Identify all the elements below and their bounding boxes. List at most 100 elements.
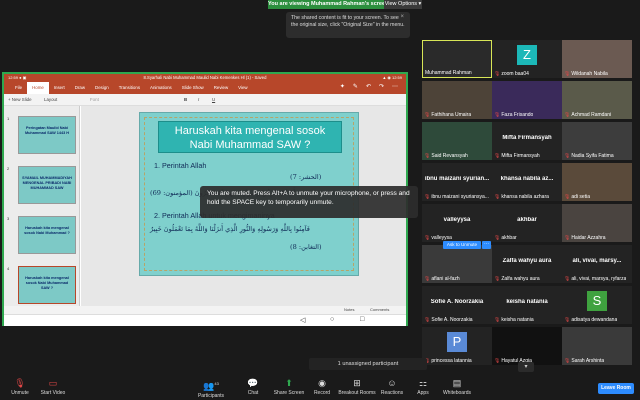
participant-display-name: akhbar <box>517 217 537 223</box>
participant-tile[interactable]: S 🎙adisatya dewandana <box>562 286 632 324</box>
ppt-tab-transitions[interactable]: Transitions <box>114 82 145 94</box>
participants-icon: 👥43 <box>203 381 219 391</box>
view-options-button[interactable]: View Options ▾ <box>384 0 422 9</box>
microphone-muted-icon: 🎙 <box>494 71 501 77</box>
more-options-button[interactable]: ··· <box>482 241 491 249</box>
participant-name: 🎙adisatya dewandana <box>564 317 617 323</box>
leave-room-button[interactable]: Leave Room <box>598 383 634 394</box>
back-icon[interactable]: ◁ <box>300 316 305 324</box>
new-slide-button[interactable]: + New Slide <box>8 94 32 106</box>
slide-thumbnail[interactable]: Haruskah kita mengenal sosok Nabi Muhamm… <box>18 216 76 254</box>
participant-name-text: Muhammad Rahman <box>425 70 472 76</box>
italic-button[interactable]: I <box>198 94 199 106</box>
participant-tile[interactable]: 🎙Haidar Azzahra <box>562 204 632 242</box>
participant-tile[interactable]: 🎙Faza Frisando <box>492 81 562 119</box>
participant-name: 🎙Zalfa wahyu aura <box>494 276 540 282</box>
chevron-down-icon[interactable]: ▾ <box>518 362 534 372</box>
participant-tile[interactable]: valleyysa 🎙valleyysa <box>422 204 492 242</box>
participant-name-text: Mifta Firmansyah <box>501 153 540 159</box>
close-icon[interactable]: × <box>400 14 404 21</box>
participant-tile[interactable]: 🎙Sarah Arshinta <box>562 327 632 365</box>
thumbnail-text: Haruskah kita mengenal sosok Nabi Muhamm… <box>24 226 70 235</box>
participant-tile[interactable]: akhbar 🎙akhbar <box>492 204 562 242</box>
slide-thumbnail[interactable]: Peringatan Maulid Nabi Muhammad SAW 1443… <box>18 116 76 154</box>
slide-thumbnail[interactable]: Haruskah kita mengenal sosok Nabi Muhamm… <box>18 266 76 304</box>
participant-name-text: akhbar <box>501 235 517 241</box>
participant-tile[interactable]: 🎙Fathihana Umaira <box>422 81 492 119</box>
microphone-muted-icon: 🎙 <box>564 153 571 159</box>
participant-tile[interactable]: ibnu maizani syurian... 🎙ibnu maizani syu… <box>422 163 492 201</box>
participant-name: 🎙Nadia Syifa Fatima <box>564 153 614 159</box>
fit-screen-tooltip: The shared content is fit to your screen… <box>286 12 410 38</box>
home-icon[interactable]: ○ <box>330 316 334 323</box>
undo-icon[interactable]: ↶ <box>366 83 371 90</box>
bold-button[interactable]: B <box>184 94 187 106</box>
android-nav-bar: ◁ ○ □ <box>4 314 406 326</box>
chat-button[interactable]: 💬 Chat <box>233 378 273 397</box>
slide-arabic-2b: (التغابن: 8) <box>290 243 322 251</box>
more-icon[interactable]: ⋯ <box>392 83 398 90</box>
record-button[interactable]: ◉ Record <box>302 378 342 397</box>
participant-tile[interactable]: 🎙Wildanah Nabila <box>562 40 632 78</box>
participant-name-text: adi setia <box>571 194 590 200</box>
participant-tile[interactable]: keisha natania 🎙keisha natania <box>492 286 562 324</box>
participant-name: 🎙Faza Frisando <box>494 112 533 118</box>
ppt-tab-home[interactable]: Home <box>27 82 49 94</box>
participant-name-text: Haidar Azzahra <box>571 235 606 241</box>
participant-name-text: khansa nabila azhara <box>501 194 549 200</box>
slide-thumbnail[interactable]: SYAMAIL MUHAMMADIYAH MENGENAL PRIBADI NA… <box>18 166 76 204</box>
participant-tile[interactable]: khansa nabila az... 🎙khansa nabila azhara <box>492 163 562 201</box>
unassigned-participant-notice[interactable]: 1 unassigned participant <box>309 358 427 370</box>
participant-tile[interactable]: Z 🎙zoom baa04 <box>492 40 562 78</box>
participant-name-text: Wildanah Nabila <box>571 71 608 77</box>
ppt-tab-view[interactable]: View <box>233 82 252 94</box>
participant-tile[interactable]: 🎙Achmad Ramdani <box>562 81 632 119</box>
ppt-tab-animations[interactable]: Animations <box>145 82 177 94</box>
microphone-muted-icon: 🎙 <box>564 358 571 364</box>
recents-icon[interactable]: □ <box>360 316 364 323</box>
ppt-tab-file[interactable]: File <box>10 82 27 94</box>
ppt-tab-design[interactable]: Design <box>90 82 114 94</box>
ppt-tab-insert[interactable]: Insert <box>49 82 70 94</box>
whiteboards-button[interactable]: ▤ Whiteboards <box>437 378 477 397</box>
font-select[interactable]: Font <box>90 94 99 106</box>
participant-name-text: Zalfa wahyu aura <box>501 276 540 282</box>
participant-tile[interactable]: Muhammad Rahman <box>422 40 492 78</box>
participant-tile[interactable]: ali, vivai, marsy... 🎙ali, vivai, marsya,… <box>562 245 632 283</box>
participant-tile[interactable]: 🎙Nadia Syifa Fatima <box>562 122 632 160</box>
participant-display-name: valleyysa <box>443 217 471 223</box>
ask-to-unmute-button[interactable]: Ask to Unmute <box>443 241 481 249</box>
microphone-muted-icon: 🎙 <box>424 112 431 118</box>
participant-tile[interactable]: 🎙Hayatul Azqia <box>492 327 562 365</box>
participant-tile[interactable]: P 🎙princessa latannia <box>422 327 492 365</box>
microphone-muted-icon: 🎙 <box>424 235 431 241</box>
pen-icon[interactable]: ✎ <box>353 83 358 90</box>
ppt-document-title: 8.Syarhali Nabi Muhammad Maulid Nabi Kem… <box>143 75 267 80</box>
participant-name-text: Achmad Ramdani <box>571 112 612 118</box>
comments-button[interactable]: Comments <box>370 306 389 314</box>
ppt-quick-tools: ✦ ✎ ↶ ↷ ⋯ <box>340 83 398 90</box>
layout-button[interactable]: Layout <box>44 94 57 106</box>
underline-button[interactable]: U <box>212 94 215 106</box>
participant-tile[interactable]: Sofie A. Noorzakia 🎙Sofie A. Noorzakia <box>422 286 492 324</box>
breakout-rooms-button[interactable]: ⊞ Breakout Rooms <box>337 378 377 397</box>
participant-tile[interactable]: Mifta Firmansyah 🎙Mifta Firmansyah <box>492 122 562 160</box>
participant-tile[interactable]: Zalfa wahyu aura 🎙Zalfa wahyu aura <box>492 245 562 283</box>
notes-button[interactable]: Notes <box>344 306 354 314</box>
participant-tile[interactable]: 🎙aflani al-fazh <box>422 245 492 283</box>
participants-button[interactable]: 👥43 Participants <box>191 378 231 400</box>
participant-name: 🎙Wildanah Nabila <box>564 71 608 77</box>
participant-display-name: keisha natania <box>506 299 548 305</box>
breakout-rooms-icon: ⊞ <box>353 378 361 388</box>
ppt-tab-slide-show[interactable]: Slide Show <box>177 82 209 94</box>
start-video-button[interactable]: ▭ Start Video <box>33 378 73 397</box>
chat-label: Chat <box>247 390 259 396</box>
ppt-tab-review[interactable]: Review <box>209 82 233 94</box>
redo-icon[interactable]: ↷ <box>379 83 384 90</box>
ppt-tab-draw[interactable]: Draw <box>70 82 90 94</box>
participant-tile[interactable]: 🎙Said Revansyah <box>422 122 492 160</box>
participant-tile[interactable]: 🎙adi setia <box>562 163 632 201</box>
microphone-muted-icon: 🎙 <box>424 153 431 159</box>
lightbulb-icon[interactable]: ✦ <box>340 83 345 90</box>
microphone-muted-icon: 🎙 <box>564 317 571 323</box>
